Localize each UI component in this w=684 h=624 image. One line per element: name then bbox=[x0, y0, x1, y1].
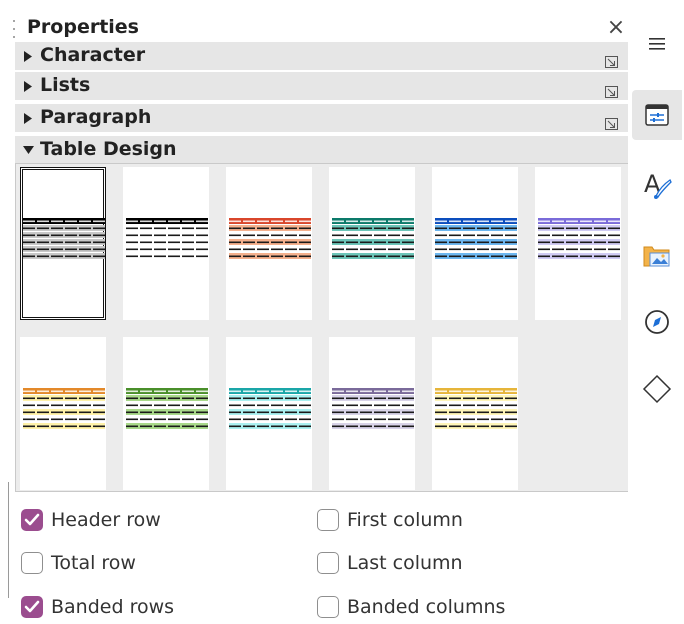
table-style-green[interactable] bbox=[123, 337, 209, 490]
section-label: Table Design bbox=[40, 138, 177, 160]
table-style-gold[interactable] bbox=[432, 337, 518, 490]
table-style-preview bbox=[435, 388, 517, 429]
section-label: Character bbox=[40, 44, 146, 66]
checkmark-icon bbox=[24, 513, 40, 526]
checkbox-box[interactable] bbox=[21, 509, 43, 531]
table-style-preview bbox=[23, 388, 105, 429]
navigator-icon[interactable] bbox=[632, 297, 682, 347]
table-style-gallery bbox=[15, 163, 629, 492]
table-style-preview bbox=[229, 218, 311, 259]
first-column-checkbox[interactable]: First column bbox=[317, 505, 463, 535]
styles-icon[interactable]: A bbox=[632, 160, 682, 210]
checkbox-box[interactable] bbox=[21, 596, 43, 618]
deck-title: Properties bbox=[27, 16, 139, 38]
expand-arrow-icon bbox=[21, 42, 35, 70]
sidebar-tab-bar: A bbox=[628, 0, 684, 624]
shapes-icon[interactable] bbox=[632, 364, 682, 414]
checkbox-label: Total row bbox=[51, 552, 136, 574]
deck-title-bar: Properties × bbox=[0, 14, 628, 42]
more-options-icon[interactable] bbox=[605, 83, 618, 98]
close-deck-button[interactable]: × bbox=[604, 14, 628, 42]
more-options-icon[interactable] bbox=[605, 115, 618, 130]
table-style-preview bbox=[538, 218, 620, 259]
last-column-checkbox[interactable]: Last column bbox=[317, 548, 463, 578]
expand-arrow-icon bbox=[21, 104, 35, 132]
table-style-teal[interactable] bbox=[329, 167, 415, 320]
table-style-preview bbox=[229, 388, 311, 429]
properties-icon[interactable] bbox=[632, 90, 682, 140]
grip-handle-icon[interactable] bbox=[13, 20, 17, 38]
total-row-checkbox[interactable]: Total row bbox=[21, 548, 136, 578]
banded-columns-checkbox[interactable]: Banded columns bbox=[317, 592, 505, 622]
section-header-paragraph[interactable]: Paragraph bbox=[15, 104, 628, 132]
more-options-icon[interactable] bbox=[605, 53, 618, 68]
section-header-lists[interactable]: Lists bbox=[15, 72, 628, 100]
table-style-preview bbox=[126, 388, 208, 429]
table-style-default[interactable] bbox=[20, 167, 106, 320]
checkbox-label: First column bbox=[347, 509, 463, 531]
checkbox-box[interactable] bbox=[317, 552, 339, 574]
panel-edge bbox=[8, 482, 9, 598]
table-style-preview bbox=[332, 388, 414, 429]
table-style-preview bbox=[126, 218, 208, 258]
section-header-table-design[interactable]: Table Design bbox=[15, 136, 628, 164]
table-style-cyan[interactable] bbox=[226, 337, 312, 490]
section-header-character[interactable]: Character bbox=[15, 42, 628, 70]
checkbox-label: Banded columns bbox=[347, 596, 506, 618]
properties-deck: Properties × Character Lists Paragraph T… bbox=[0, 0, 629, 624]
checkbox-box[interactable] bbox=[317, 596, 339, 618]
checkbox-label: Banded rows bbox=[51, 596, 175, 618]
table-style-orange-yellow[interactable] bbox=[20, 337, 106, 490]
checkbox-box[interactable] bbox=[317, 509, 339, 531]
collapse-arrow-icon bbox=[21, 136, 35, 164]
checkmark-icon bbox=[24, 600, 40, 613]
hamburger-menu-icon[interactable] bbox=[632, 19, 682, 69]
checkbox-label: Header row bbox=[51, 509, 161, 531]
table-style-preview bbox=[435, 218, 517, 259]
header-row-checkbox[interactable]: Header row bbox=[21, 505, 161, 535]
table-style-purple-gray[interactable] bbox=[329, 337, 415, 490]
table-style-black-header[interactable] bbox=[123, 167, 209, 320]
table-style-lavender[interactable] bbox=[535, 167, 621, 320]
section-label: Paragraph bbox=[40, 106, 152, 128]
checkbox-box[interactable] bbox=[21, 552, 43, 574]
table-style-preview bbox=[332, 218, 414, 259]
section-label: Lists bbox=[40, 74, 91, 96]
table-style-orange[interactable] bbox=[226, 167, 312, 320]
table-style-preview bbox=[23, 218, 105, 259]
gallery-icon[interactable] bbox=[632, 230, 682, 280]
banded-rows-checkbox[interactable]: Banded rows bbox=[21, 592, 174, 622]
expand-arrow-icon bbox=[21, 72, 35, 100]
table-style-blue[interactable] bbox=[432, 167, 518, 320]
checkbox-label: Last column bbox=[347, 552, 463, 574]
